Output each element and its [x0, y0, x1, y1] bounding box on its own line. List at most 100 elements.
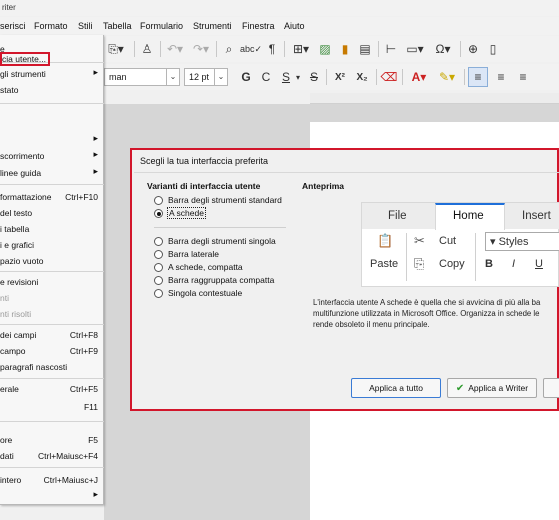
font-name-dropdown-icon[interactable]: ⌄ — [166, 68, 180, 86]
menu-separator — [0, 271, 104, 272]
page-break-icon[interactable]: ⊢ — [382, 39, 400, 59]
apply-all-button[interactable]: Applica a tutto — [351, 378, 441, 398]
underline-button[interactable]: S — [278, 67, 294, 87]
menu-item-hidden-paragraphs[interactable]: paragrafi nascosti — [0, 359, 104, 375]
menu-insert[interactable]: serisci — [0, 21, 26, 31]
chevron-right-icon: ▸ — [93, 149, 98, 159]
horizontal-ruler[interactable] — [310, 93, 559, 104]
align-center-icon[interactable]: ≡ — [492, 67, 510, 87]
menu-item-track-changes[interactable]: e revisioni — [0, 274, 104, 290]
menu-item-scrollbars[interactable]: scorrimento ▸ — [0, 148, 104, 164]
menu-item-table-boundaries[interactable]: i tabella — [0, 221, 104, 237]
menu-item-guides[interactable]: linee guida ▸ — [0, 165, 104, 181]
checkmark-icon: ✔ — [455, 382, 465, 394]
radio-button[interactable] — [154, 237, 163, 246]
close-button[interactable] — [543, 378, 559, 398]
menu-tools[interactable]: Strumenti — [193, 21, 232, 31]
window-titlebar: riter — [0, 0, 559, 16]
find-replace-icon[interactable]: ⌕ — [220, 39, 238, 59]
menu-item-submenu-a[interactable]: ▸ — [0, 132, 104, 148]
radio-button[interactable] — [154, 196, 163, 205]
preview-bold: B — [485, 258, 493, 270]
radio-button-selected[interactable] — [154, 209, 163, 218]
italic-button[interactable]: C — [258, 67, 274, 87]
menu-item-sidebar[interactable]: erale Ctrl+F5 — [0, 381, 104, 397]
paste-icon: 📋 — [377, 233, 394, 248]
subscript-button[interactable]: X₂ — [352, 67, 372, 87]
menu-item-formatting-marks[interactable]: formattazione Ctrl+F10 — [0, 189, 104, 205]
menu-item-text-boundaries[interactable]: del testo — [0, 205, 104, 221]
menu-item-user-interface[interactable]: cia utente... — [0, 51, 104, 67]
menu-item-full-screen[interactable]: intero Ctrl+Maiusc+J — [0, 472, 104, 488]
align-left-icon[interactable]: ≡ — [468, 67, 488, 87]
insert-field-icon[interactable]: ▭▾ — [402, 39, 428, 59]
redo-icon[interactable]: ↷▾ — [190, 39, 212, 59]
radio-button[interactable] — [154, 250, 163, 259]
menu-item-toolbars[interactable]: gli strumenti ▸ — [0, 66, 104, 82]
insert-image-icon[interactable]: ▨ — [316, 39, 334, 59]
spelling-icon[interactable]: abc✓ — [240, 39, 262, 59]
cut-icon: ✂ — [414, 233, 425, 248]
apply-writer-button[interactable]: ✔ Applica a Writer — [447, 378, 537, 398]
menu-item-zoom[interactable]: ▸ — [0, 488, 104, 504]
menu-separator — [0, 184, 104, 185]
menu-format[interactable]: Formato — [34, 21, 68, 31]
preview-italic: I — [512, 258, 516, 270]
toolbar-separator — [326, 69, 327, 85]
menu-item-status-bar[interactable]: stato — [0, 82, 104, 98]
font-color-icon[interactable]: A▾ — [406, 67, 432, 87]
radio-button[interactable] — [154, 263, 163, 272]
superscript-button[interactable]: X² — [330, 67, 350, 87]
menu-item-field-shadings[interactable]: dei campi Ctrl+F8 — [0, 327, 104, 343]
preview-cut-label: Cut — [439, 235, 457, 247]
clear-formatting-icon[interactable]: ⌫ — [380, 67, 398, 87]
insert-chart-icon[interactable]: ▮ — [336, 39, 354, 59]
radio-button[interactable] — [154, 276, 163, 285]
preview-underline: U — [535, 258, 543, 270]
menu-help[interactable]: Aiuto — [284, 21, 305, 31]
formatting-marks-icon[interactable]: ¶ — [264, 39, 280, 59]
dialog-title: Scegli la tua interfaccia preferita — [140, 156, 269, 166]
footnote-icon[interactable]: ▯ — [484, 39, 502, 59]
window-title: riter — [2, 3, 16, 12]
menu-window[interactable]: Finestra — [242, 21, 275, 31]
options-separator — [154, 227, 286, 228]
variant-description: L'interfaccia utente A schede è quella c… — [313, 298, 541, 329]
toolbar-separator — [402, 69, 403, 85]
underline-dropdown-icon[interactable]: ▾ — [293, 67, 303, 87]
font-name-combo[interactable]: man — [104, 68, 172, 86]
dialog-divider — [134, 172, 559, 173]
menu-item-field-names[interactable]: campo Ctrl+F9 — [0, 343, 104, 359]
menu-item-data-sources[interactable]: dati Ctrl+Maiusc+F4 — [0, 448, 104, 464]
strikethrough-button[interactable]: S — [306, 67, 322, 87]
menu-item-styles[interactable]: F11 — [0, 399, 104, 415]
insert-table-icon[interactable]: ⊞▾ — [288, 39, 314, 59]
menu-item-navigator[interactable]: ore F5 — [0, 432, 104, 448]
hyperlink-icon[interactable]: ⊕ — [464, 39, 482, 59]
font-size-combo[interactable]: 12 pt — [184, 68, 216, 86]
align-right-icon[interactable]: ≡ — [514, 67, 532, 87]
toolbar-separator — [376, 69, 377, 85]
copy-icon: ⎘ — [414, 256, 425, 271]
variants-heading: Varianti di interfaccia utente — [147, 181, 261, 191]
menu-item-whitespace[interactable]: pazio vuoto — [0, 253, 104, 269]
undo-icon[interactable]: ↶▾ — [164, 39, 186, 59]
menu-table[interactable]: Tabella — [103, 21, 132, 31]
toolbar-separator — [134, 41, 135, 57]
toolbar-separator — [378, 41, 379, 57]
clone-formatting-icon[interactable]: ♙ — [138, 39, 156, 59]
insert-textbox-icon[interactable]: ▤ — [356, 39, 374, 59]
preview-tab-home: Home — [453, 210, 484, 222]
menu-separator — [0, 324, 104, 325]
copy-format-icon[interactable]: ⎘▾ — [104, 39, 128, 59]
special-character-icon[interactable]: Ω▾ — [430, 39, 456, 59]
menu-styles[interactable]: Stili — [78, 21, 93, 31]
font-size-dropdown-icon[interactable]: ⌄ — [214, 68, 228, 86]
menu-form[interactable]: Formulario — [140, 21, 183, 31]
menu-item-images-charts[interactable]: i e grafici — [0, 237, 104, 253]
radio-button[interactable] — [154, 289, 163, 298]
preview-copy-label: Copy — [439, 258, 465, 270]
highlight-color-icon[interactable]: ✎▾ — [434, 67, 460, 87]
chevron-right-icon: ▸ — [93, 67, 98, 77]
bold-button[interactable]: G — [238, 67, 254, 87]
